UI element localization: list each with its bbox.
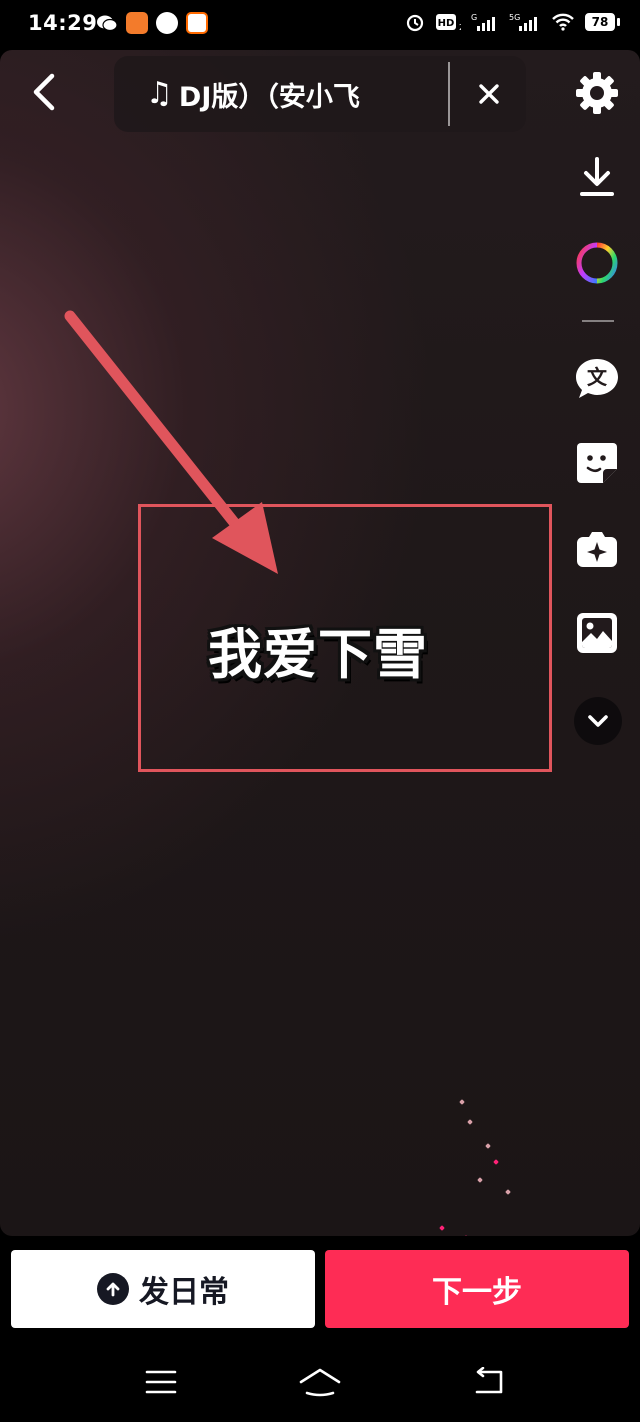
svg-text:G: G <box>471 13 477 22</box>
color-wheel-icon <box>576 242 618 284</box>
text-sticker[interactable]: 我爱下雪 <box>208 610 428 689</box>
nav-home-button[interactable] <box>298 1362 342 1402</box>
effects-icon <box>577 532 617 567</box>
post-daily-button[interactable]: 发日常 <box>11 1250 315 1328</box>
taobao-icon <box>186 12 208 34</box>
status-bar: 14:29 HD 2 G 5G 78 <box>0 0 640 50</box>
effects-button[interactable] <box>574 526 620 572</box>
svg-text:2: 2 <box>459 23 461 32</box>
close-icon <box>479 84 499 104</box>
video-preview-canvas[interactable]: ♫ DJ版）（安小飞 文 我爱下雪 <box>0 50 640 1236</box>
more-tools-button[interactable] <box>574 697 622 745</box>
battery-level: 78 <box>585 13 615 31</box>
download-icon <box>580 157 614 196</box>
signal-g-icon: G <box>471 13 495 31</box>
wifi-icon <box>552 13 574 31</box>
nav-menu-button[interactable] <box>139 1362 183 1402</box>
menu-icon <box>145 1370 177 1394</box>
signal-5g-icon: 5G <box>509 13 537 31</box>
music-note-icon: ♫ <box>146 76 173 111</box>
remove-music-button[interactable] <box>464 69 514 119</box>
settings-button[interactable] <box>574 70 620 116</box>
video-editor-screen: 14:29 HD2 G 5G 78 ♫ DJ版）（安小 <box>0 0 640 1422</box>
hd-icon: HD 2 <box>436 14 461 32</box>
toolbar-separator <box>582 320 614 322</box>
back-button[interactable] <box>24 72 64 112</box>
music-title: DJ版）（安小飞 <box>178 81 360 113</box>
system-nav-bar <box>0 1340 640 1422</box>
svg-text:5G: 5G <box>509 13 520 22</box>
upload-arrow-icon <box>97 1273 129 1305</box>
app-icon-orange <box>126 12 148 34</box>
text-bubble-icon: 文 <box>576 359 618 398</box>
next-step-label: 下一步 <box>432 1275 522 1310</box>
sticker-icon <box>577 443 617 483</box>
svg-text:HD: HD <box>438 18 455 29</box>
alarm-icon <box>406 14 424 32</box>
status-right: HD 2 G 5G 78 <box>405 12 620 32</box>
nav-back-button[interactable] <box>466 1362 510 1402</box>
image-button[interactable] <box>574 610 620 656</box>
download-button[interactable] <box>574 154 620 200</box>
image-icon <box>577 613 617 653</box>
color-filter-button[interactable] <box>574 240 620 286</box>
gauge-icon <box>156 12 178 34</box>
music-selector[interactable]: ♫ DJ版）（安小飞 <box>114 56 526 132</box>
chevron-left-icon <box>33 73 55 111</box>
music-divider <box>448 62 450 126</box>
battery-icon: 78 <box>585 13 620 31</box>
wechat-icon <box>96 12 118 34</box>
svg-text:文: 文 <box>587 365 608 389</box>
back-arrow-icon <box>475 1367 503 1394</box>
sticker-button[interactable] <box>574 440 620 486</box>
next-step-button[interactable]: 下一步 <box>325 1250 629 1328</box>
text-button[interactable]: 文 <box>574 356 620 402</box>
notification-icons <box>96 12 208 34</box>
gear-icon <box>576 72 618 114</box>
status-time: 14:29 <box>28 11 98 35</box>
home-icon <box>299 1368 341 1397</box>
chevron-down-icon <box>588 715 608 727</box>
sparkle-particles <box>420 1060 540 1236</box>
post-daily-label: 发日常 <box>139 1275 229 1310</box>
